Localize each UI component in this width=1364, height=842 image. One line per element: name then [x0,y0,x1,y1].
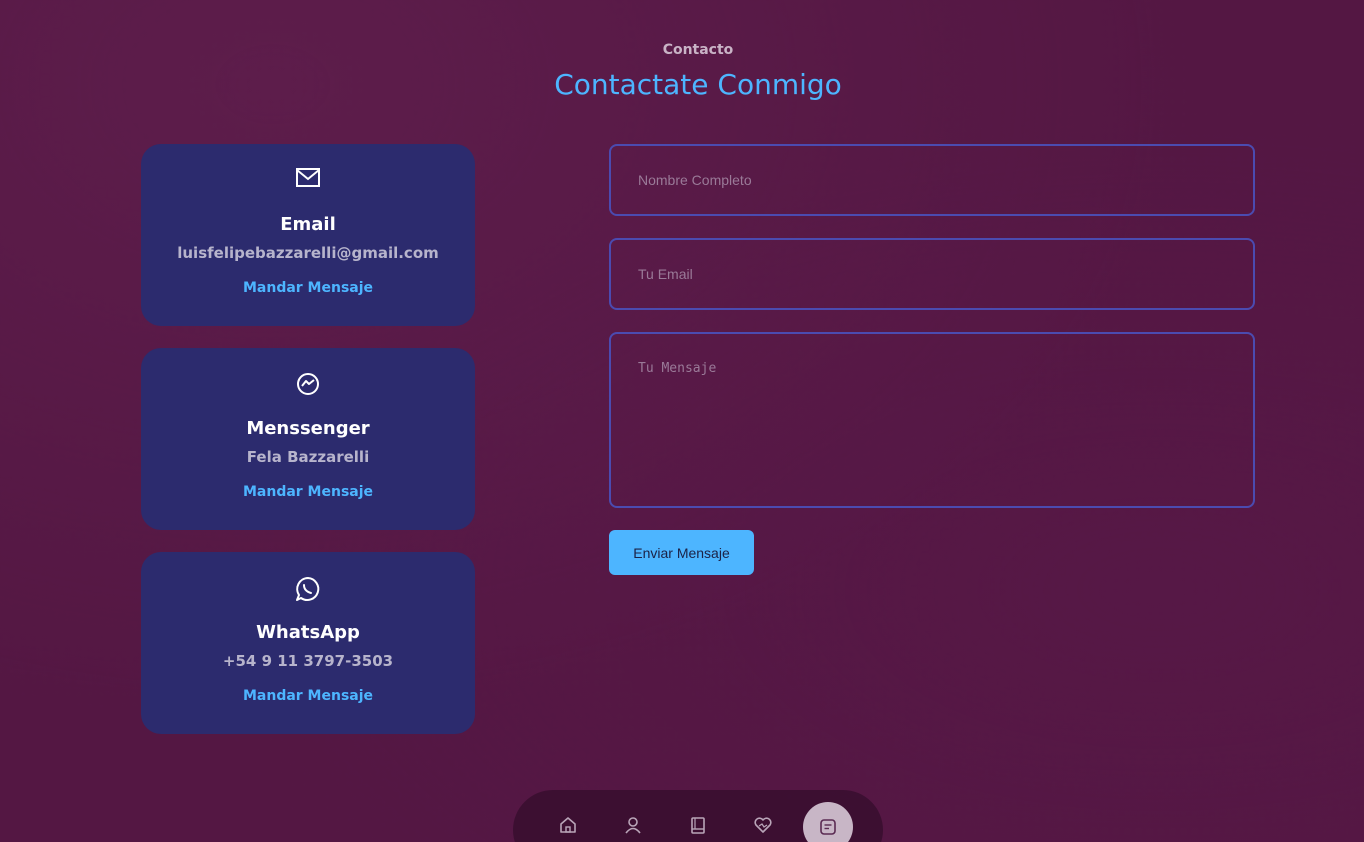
services-icon[interactable] [750,812,776,838]
envelope-icon [141,167,475,193]
send-message-link[interactable]: Mandar Mensaje [141,688,475,704]
bottom-nav [513,790,883,842]
contact-card-title: WhatsApp [256,622,360,643]
contact-options: Email luisfelipebazzarelli@gmail.com Man… [141,144,475,756]
contact-card-messenger: Menssenger Fela Bazzarelli Mandar Mensaj… [141,348,475,530]
home-icon[interactable] [555,812,581,838]
contact-card-value: +54 9 11 3797-3503 [222,652,394,670]
contact-card-whatsapp: WhatsApp +54 9 11 3797-3503 Mandar Mensa… [141,552,475,734]
send-message-link[interactable]: Mandar Mensaje [141,484,475,500]
contact-card-title: Email [280,214,336,235]
messenger-icon [141,371,475,397]
message-field[interactable] [609,332,1255,508]
contact-form: Enviar Mensaje [609,144,1255,575]
whatsapp-icon [141,575,475,601]
email-field[interactable] [609,238,1255,310]
send-message-button[interactable]: Enviar Mensaje [609,530,754,575]
section-subtitle: Contacto [662,42,734,58]
contact-card-title: Menssenger [246,418,370,439]
contact-card-value: Fela Bazzarelli [246,448,370,466]
book-icon[interactable] [685,812,711,838]
send-message-link[interactable]: Mandar Mensaje [141,280,475,296]
contact-card-value: luisfelipebazzarelli@gmail.com [177,244,439,262]
contact-card-email: Email luisfelipebazzarelli@gmail.com Man… [141,144,475,326]
user-icon[interactable] [620,812,646,838]
contact-icon[interactable] [803,802,853,842]
name-field[interactable] [609,144,1255,216]
section-title: Contactate Conmigo [554,68,842,101]
